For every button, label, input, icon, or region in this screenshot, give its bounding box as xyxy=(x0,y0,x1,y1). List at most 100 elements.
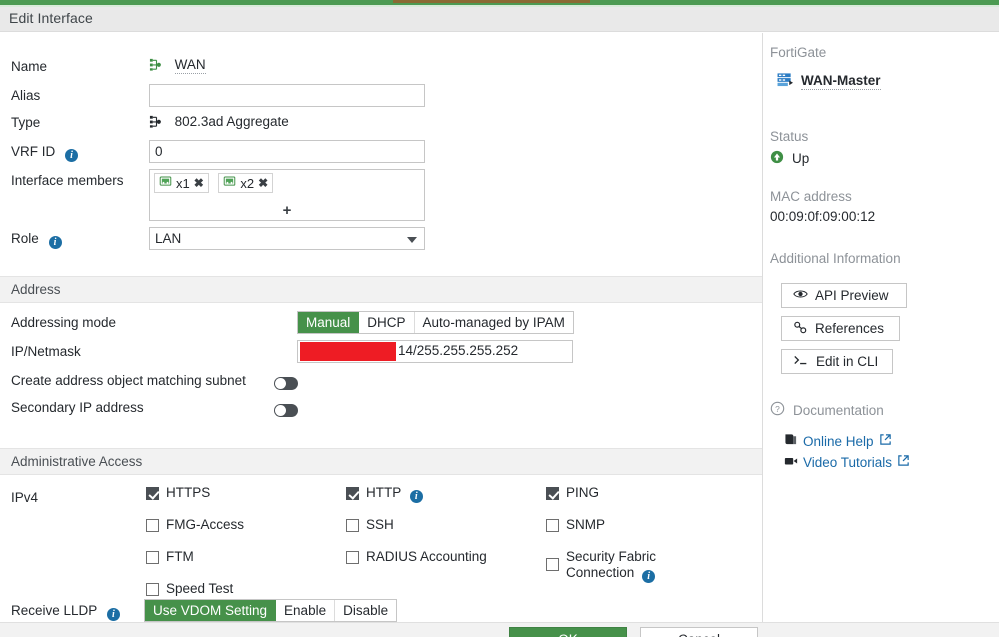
video-tutorials-link[interactable]: Video Tutorials xyxy=(784,454,910,470)
device-type-label: FortiGate xyxy=(770,45,827,60)
info-icon[interactable]: i xyxy=(48,236,62,249)
video-tutorials-label: Video Tutorials xyxy=(803,454,893,470)
checkbox-row: HTTPS xyxy=(146,485,346,517)
form-row-interface-members: Interface members x1 ✖ x2 ✖ + xyxy=(0,167,762,223)
checkbox-label-fmg-access: FMG-Access xyxy=(166,517,245,532)
receive-lldp-group: Use VDOM Setting Enable Disable xyxy=(144,599,398,622)
secondary-ip-label: Secondary IP address xyxy=(11,400,144,415)
checkbox-row: RADIUS Accounting xyxy=(346,549,546,581)
member-chip-label: x1 xyxy=(176,175,190,191)
documentation-header: ? Documentation xyxy=(770,401,884,419)
remove-member-icon[interactable]: ✖ xyxy=(258,176,268,190)
vrf-id-input[interactable] xyxy=(149,140,425,163)
edit-in-cli-label: Edit in CLI xyxy=(816,354,879,369)
type-value: 802.3ad Aggregate xyxy=(174,114,289,130)
api-preview-button[interactable]: API Preview xyxy=(781,283,907,308)
addressing-mode-option-ipam[interactable]: Auto-managed by IPAM xyxy=(415,312,573,333)
aggregate-icon xyxy=(149,57,164,75)
member-chip[interactable]: x1 ✖ xyxy=(154,173,209,193)
checkbox-label-snmp: SNMP xyxy=(566,517,606,532)
checkbox-row: FTM xyxy=(146,549,346,581)
admin-access-column-2: HTTP i SSH RADIUS Accounting xyxy=(346,485,546,581)
name-label: Name xyxy=(11,59,48,74)
mac-address-label: MAC address xyxy=(770,189,852,204)
section-header-address: Address xyxy=(0,276,762,303)
online-help-link[interactable]: Online Help xyxy=(784,433,892,449)
role-label-text: Role xyxy=(11,231,39,246)
references-button[interactable]: References xyxy=(781,316,900,341)
name-value: WAN xyxy=(174,57,206,75)
references-label: References xyxy=(815,321,885,336)
book-icon xyxy=(784,433,798,449)
checkbox-security-fabric-connection[interactable] xyxy=(546,558,559,571)
secondary-ip-toggle[interactable] xyxy=(274,404,298,417)
add-member-button[interactable]: + xyxy=(150,203,424,218)
checkbox-label-ssh: SSH xyxy=(366,517,394,532)
checkbox-fmg-access[interactable] xyxy=(146,519,159,532)
member-chip[interactable]: x2 ✖ xyxy=(218,173,274,193)
role-label: Role i xyxy=(11,231,62,249)
form-row-ip-netmask: IP/Netmask 14/255.255.255.252 xyxy=(0,338,762,367)
form-row-type: Type 802.3ad Aggregate xyxy=(0,109,762,138)
checkbox-https[interactable] xyxy=(146,487,159,500)
receive-lldp-option-disable[interactable]: Disable xyxy=(335,600,396,621)
checkbox-ftm[interactable] xyxy=(146,551,159,564)
ip-netmask-input[interactable]: 14/255.255.255.252 xyxy=(297,340,573,363)
info-icon[interactable]: i xyxy=(106,608,120,621)
create-address-object-toggle[interactable] xyxy=(274,377,298,390)
info-icon[interactable]: i xyxy=(65,149,79,162)
receive-lldp-option-use-vdom-setting[interactable]: Use VDOM Setting xyxy=(145,600,277,621)
checkbox-label-https: HTTPS xyxy=(166,485,211,500)
addressing-mode-option-manual[interactable]: Manual xyxy=(298,312,360,333)
section-header-admin-access: Administrative Access xyxy=(0,448,762,475)
checkbox-http[interactable] xyxy=(346,487,359,500)
form-row-secondary-ip: Secondary IP address xyxy=(0,394,762,423)
edit-interface-dialog: Edit Interface Name WAN Alias Type 802.3… xyxy=(0,0,999,637)
checkbox-speed-test[interactable] xyxy=(146,583,159,596)
additional-information-label: Additional Information xyxy=(770,251,901,266)
checkbox-row: Security Fabric Connection i xyxy=(546,549,746,589)
checkbox-label-radius-accounting: RADIUS Accounting xyxy=(366,549,487,564)
status-row: Up xyxy=(770,150,809,167)
receive-lldp-option-enable[interactable]: Enable xyxy=(276,600,336,621)
ok-button[interactable]: OK xyxy=(509,627,627,637)
form-row-role: Role i LAN xyxy=(0,225,762,254)
interface-members-label: Interface members xyxy=(11,173,124,188)
checkbox-row: SNMP xyxy=(546,517,746,549)
addressing-mode-option-dhcp[interactable]: DHCP xyxy=(359,312,415,333)
role-selected-value: LAN xyxy=(155,231,182,246)
interface-members-box[interactable]: x1 ✖ x2 ✖ + xyxy=(149,169,425,221)
svg-text:?: ? xyxy=(775,404,780,414)
mac-address-value: 00:09:0f:09:00:12 xyxy=(770,209,876,224)
admin-access-column-3: PING SNMP Security Fabric Connection i xyxy=(546,485,746,589)
edit-in-cli-button[interactable]: Edit in CLI xyxy=(781,349,893,374)
port-icon xyxy=(223,175,236,191)
ip-netmask-value: 14/255.255.255.252 xyxy=(398,343,519,358)
port-icon xyxy=(159,175,172,191)
remove-member-icon[interactable]: ✖ xyxy=(194,176,204,190)
info-icon[interactable]: i xyxy=(409,490,423,503)
documentation-label: Documentation xyxy=(793,402,884,418)
alias-input[interactable] xyxy=(149,84,425,107)
checkbox-radius-accounting[interactable] xyxy=(346,551,359,564)
device-name-row[interactable]: WAN-Master xyxy=(777,72,881,90)
create-address-object-label: Create address object matching subnet xyxy=(11,373,246,388)
checkbox-label-speed-test: Speed Test xyxy=(166,581,234,596)
checkbox-snmp[interactable] xyxy=(546,519,559,532)
eye-icon xyxy=(793,288,808,303)
external-link-icon xyxy=(879,433,892,449)
form-row-alias: Alias xyxy=(0,82,762,111)
form-row-name: Name WAN xyxy=(0,53,762,82)
vrf-id-label-text: VRF ID xyxy=(11,144,56,159)
info-icon[interactable]: i xyxy=(642,570,656,583)
section-title-admin-access: Administrative Access xyxy=(11,454,143,469)
checkbox-ssh[interactable] xyxy=(346,519,359,532)
checkbox-ping[interactable] xyxy=(546,487,559,500)
admin-access-column-1: HTTPS FMG-Access FTM Speed Test xyxy=(146,485,346,613)
role-select[interactable]: LAN xyxy=(149,227,425,250)
type-label: Type xyxy=(11,115,41,130)
alias-label: Alias xyxy=(11,88,41,103)
vrf-id-label: VRF ID i xyxy=(11,144,79,162)
cancel-button[interactable]: Cancel xyxy=(640,627,758,637)
external-link-icon xyxy=(897,454,910,470)
